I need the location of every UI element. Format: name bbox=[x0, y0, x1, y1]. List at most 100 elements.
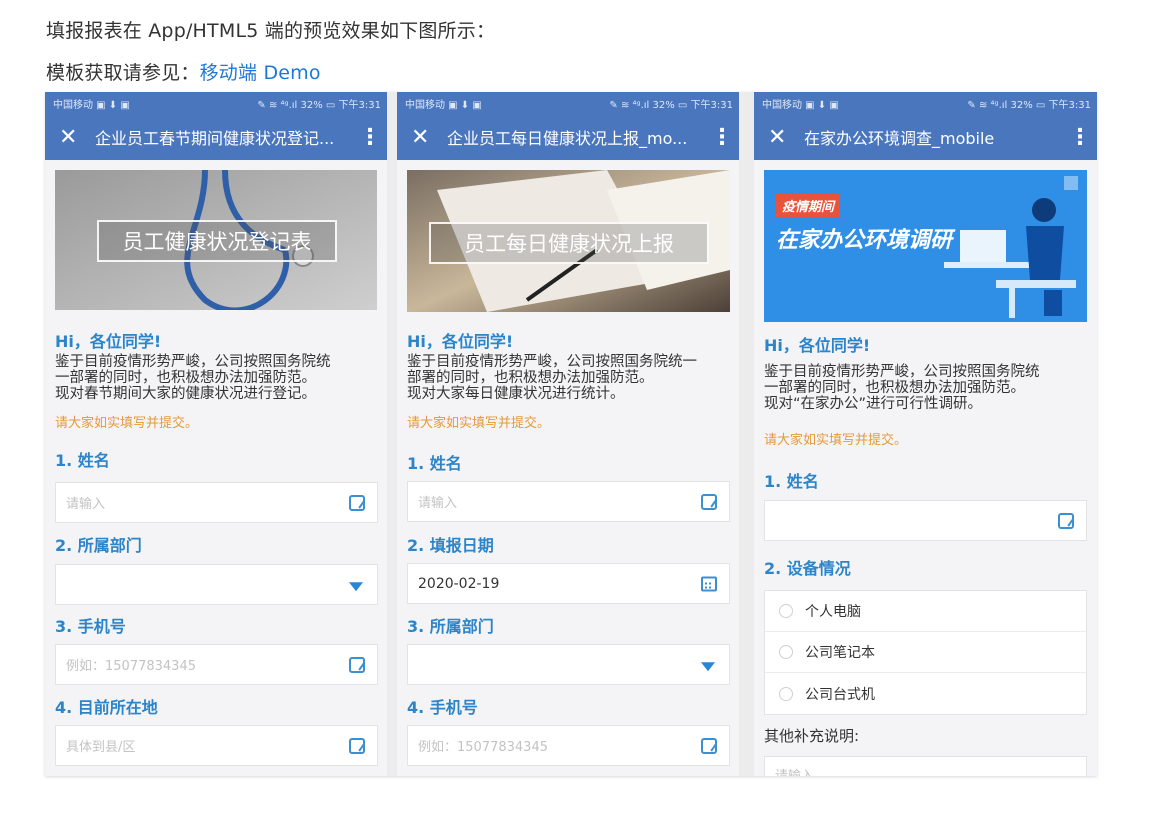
option-label: 公司台式机 bbox=[805, 686, 875, 703]
form-banner: 员工每日健康状况上报 bbox=[407, 170, 730, 312]
question-label: 1. 姓名 bbox=[764, 472, 819, 491]
name-input[interactable]: 请输入 bbox=[55, 482, 378, 523]
form-banner: 疫情期间 在家办公环境调研 bbox=[764, 170, 1087, 322]
banner-tag: 疫情期间 bbox=[776, 194, 841, 217]
status-right: ✎ ≋ ⁴ᵍ.ıl 32% ▭ 下午3:31 bbox=[967, 99, 1091, 111]
scan-icon[interactable] bbox=[349, 494, 365, 511]
intro-line: 鉴于目前疫情形势严峻，公司按照国务院统一 bbox=[407, 354, 697, 370]
app-bar: ✕ 企业员工春节期间健康状况登记... ⋮ bbox=[45, 114, 387, 160]
option-label: 个人电脑 bbox=[805, 604, 861, 620]
submit-note: 请大家如实填写并提交。 bbox=[55, 416, 199, 431]
extra-notes-placeholder: 请输入 bbox=[775, 765, 814, 776]
app-bar: ✕ 企业员工每日健康状况上报_mo... ⋮ bbox=[397, 114, 739, 160]
date-input[interactable]: 2020-02-19 bbox=[407, 563, 730, 604]
greeting: Hi，各位同学! bbox=[764, 336, 871, 355]
submit-note: 请大家如实填写并提交。 bbox=[407, 416, 551, 431]
form-title: 企业员工每日健康状况上报_mo... bbox=[447, 129, 688, 148]
location-placeholder: 具体到县/区 bbox=[66, 740, 136, 755]
question-label: 2. 所属部门 bbox=[55, 536, 142, 555]
phone-placeholder: 例如：15077834345 bbox=[66, 659, 196, 674]
dropdown-arrow-icon[interactable] bbox=[701, 661, 715, 671]
department-select[interactable] bbox=[407, 644, 730, 685]
doc-template-prefix: 模板获取请参见： bbox=[46, 62, 200, 84]
name-placeholder: 请输入 bbox=[418, 496, 458, 511]
question-label: 2. 填报日期 bbox=[407, 536, 494, 555]
option-label: 公司笔记本 bbox=[805, 645, 875, 661]
extra-notes-label: 其他补充说明: bbox=[764, 727, 860, 745]
submit-note: 请大家如实填写并提交。 bbox=[764, 433, 908, 448]
device-option-company-laptop[interactable]: 公司笔记本 bbox=[765, 632, 1086, 673]
intro-text: 鉴于目前疫情形势严峻，公司按照国务院统一 部署的同时，也积极想办法加强防范。 现… bbox=[407, 354, 737, 402]
scan-icon[interactable] bbox=[701, 493, 717, 510]
department-select[interactable] bbox=[55, 564, 378, 605]
form-title: 企业员工春节期间健康状况登记... bbox=[95, 129, 335, 148]
question-label: 1. 姓名 bbox=[55, 451, 110, 470]
location-input[interactable]: 具体到县/区 bbox=[55, 725, 378, 766]
greeting: Hi，各位同学! bbox=[407, 332, 514, 351]
banner-title: 在家办公环境调研 bbox=[776, 228, 953, 253]
phone-placeholder: 例如：15077834345 bbox=[418, 740, 548, 755]
doc-template-line: 模板获取请参见：移动端 Demo bbox=[46, 58, 321, 85]
close-icon[interactable]: ✕ bbox=[411, 125, 441, 150]
status-left: 中国移动 ▣ ⬇ ▣ bbox=[762, 99, 839, 111]
phone-input[interactable]: 例如：15077834345 bbox=[55, 644, 378, 685]
banner-title: 员工健康状况登记表 bbox=[97, 220, 337, 262]
phone-screen-3: 中国移动 ▣ ⬇ ▣ ✎ ≋ ⁴ᵍ.ıl 32% ▭ 下午3:31 ✕ 在家办公… bbox=[754, 92, 1097, 776]
device-options: 个人电脑 公司笔记本 公司台式机 bbox=[764, 590, 1087, 715]
phone-screenshots: 中国移动 ▣ ⬇ ▣ ✎ ≋ ⁴ᵍ.ıl 32% ▭ 下午3:31 ✕ 企业员工… bbox=[45, 92, 1097, 776]
status-left: 中国移动 ▣ ⬇ ▣ bbox=[53, 99, 130, 111]
intro-line: 现对大家每日健康状况进行统计。 bbox=[407, 386, 625, 402]
status-right: ✎ ≋ ⁴ᵍ.ıl 32% ▭ 下午3:31 bbox=[609, 99, 733, 111]
intro-line: 一部署的同时，也积极想办法加强防范。 bbox=[55, 370, 316, 386]
scan-icon[interactable] bbox=[1058, 512, 1074, 529]
question-label: 4. 手机号 bbox=[407, 698, 478, 717]
intro-line: 一部署的同时，也积极想办法加强防范。 bbox=[764, 380, 1025, 396]
banner-title: 员工每日健康状况上报 bbox=[429, 222, 709, 264]
question-label: 2. 设备情况 bbox=[764, 559, 851, 578]
status-bar: 中国移动 ▣ ⬇ ▣ ✎ ≋ ⁴ᵍ.ıl 32% ▭ 下午3:31 bbox=[754, 92, 1097, 114]
intro-line: 现对“在家办公”进行可行性调研。 bbox=[764, 396, 983, 412]
intro-line: 鉴于目前疫情形势严峻，公司按照国务院统 bbox=[55, 354, 331, 370]
status-bar: 中国移动 ▣ ⬇ ▣ ✎ ≋ ⁴ᵍ.ıl 32% ▭ 下午3:31 bbox=[397, 92, 739, 114]
form-title: 在家办公环境调查_mobile bbox=[804, 129, 995, 148]
intro-text: 鉴于目前疫情形势严峻，公司按照国务院统 一部署的同时，也积极想办法加强防范。 现… bbox=[55, 354, 385, 402]
intro-text: 鉴于目前疫情形势严峻，公司按照国务院统 一部署的同时，也积极想办法加强防范。 现… bbox=[764, 364, 1094, 412]
intro-line: 部署的同时，也积极想办法加强防范。 bbox=[407, 370, 654, 386]
close-icon[interactable]: ✕ bbox=[768, 125, 798, 150]
question-label: 4. 目前所在地 bbox=[55, 698, 158, 717]
status-left: 中国移动 ▣ ⬇ ▣ bbox=[405, 99, 482, 111]
phone-input[interactable]: 例如：15077834345 bbox=[407, 725, 730, 766]
extra-notes-input[interactable]: 请输入 bbox=[764, 756, 1087, 776]
calendar-icon[interactable] bbox=[701, 576, 717, 591]
question-label: 3. 手机号 bbox=[55, 617, 126, 636]
name-input[interactable] bbox=[764, 500, 1087, 541]
greeting: Hi，各位同学! bbox=[55, 332, 162, 351]
name-placeholder: 请输入 bbox=[66, 497, 106, 512]
phone-screen-1: 中国移动 ▣ ⬇ ▣ ✎ ≋ ⁴ᵍ.ıl 32% ▭ 下午3:31 ✕ 企业员工… bbox=[45, 92, 387, 776]
form-banner: 员工健康状况登记表 bbox=[55, 170, 377, 310]
close-icon[interactable]: ✕ bbox=[59, 125, 89, 150]
name-input[interactable]: 请输入 bbox=[407, 481, 730, 522]
question-label: 3. 所属部门 bbox=[407, 617, 494, 636]
date-value: 2020-02-19 bbox=[418, 575, 500, 592]
scan-icon[interactable] bbox=[349, 656, 365, 673]
mobile-demo-link[interactable]: 移动端 Demo bbox=[200, 62, 321, 84]
device-option-company-desktop[interactable]: 公司台式机 bbox=[765, 673, 1086, 714]
question-label: 1. 姓名 bbox=[407, 454, 462, 473]
intro-line: 鉴于目前疫情形势严峻，公司按照国务院统 bbox=[764, 364, 1040, 380]
status-right: ✎ ≋ ⁴ᵍ.ıl 32% ▭ 下午3:31 bbox=[257, 99, 381, 111]
radio-icon[interactable] bbox=[779, 686, 793, 701]
scan-icon[interactable] bbox=[701, 737, 717, 754]
more-options-icon[interactable]: ⋮ bbox=[359, 125, 381, 150]
dropdown-arrow-icon[interactable] bbox=[349, 581, 363, 591]
app-bar: ✕ 在家办公环境调查_mobile ⋮ bbox=[754, 114, 1097, 160]
doc-intro-line: 填报报表在 App/HTML5 端的预览效果如下图所示： bbox=[46, 20, 496, 42]
radio-icon[interactable] bbox=[779, 645, 793, 659]
radio-icon[interactable] bbox=[779, 604, 793, 618]
status-bar: 中国移动 ▣ ⬇ ▣ ✎ ≋ ⁴ᵍ.ıl 32% ▭ 下午3:31 bbox=[45, 92, 387, 114]
scan-icon[interactable] bbox=[349, 737, 365, 754]
device-option-personal-pc[interactable]: 个人电脑 bbox=[765, 591, 1086, 632]
more-options-icon[interactable]: ⋮ bbox=[711, 125, 733, 150]
phone-screen-2: 中国移动 ▣ ⬇ ▣ ✎ ≋ ⁴ᵍ.ıl 32% ▭ 下午3:31 ✕ 企业员工… bbox=[397, 92, 739, 776]
more-options-icon[interactable]: ⋮ bbox=[1069, 125, 1091, 150]
